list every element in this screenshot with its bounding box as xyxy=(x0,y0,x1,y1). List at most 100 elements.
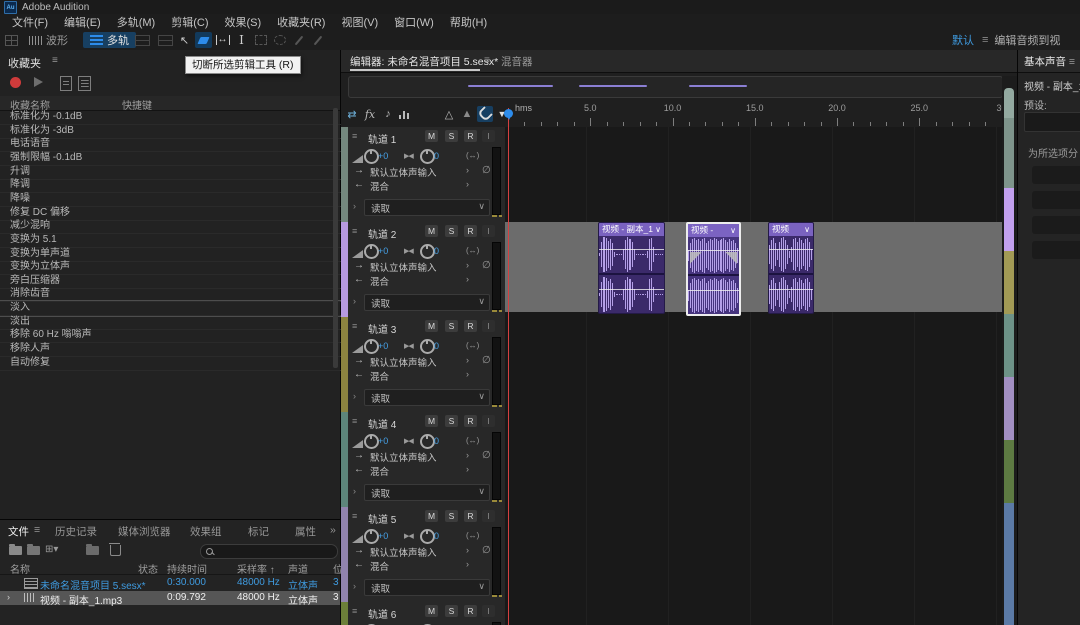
input-chevron-icon[interactable]: › xyxy=(466,260,469,270)
navigator-track-segment[interactable] xyxy=(1004,440,1014,503)
track-lane[interactable] xyxy=(505,507,1002,602)
pan-knob[interactable] xyxy=(420,339,435,354)
fade-in-handle-icon[interactable] xyxy=(690,252,702,264)
track-lane[interactable] xyxy=(505,127,1002,222)
input-monitor-button[interactable]: I xyxy=(482,320,495,332)
track-drag-handle-icon[interactable]: ≡ xyxy=(352,321,356,331)
solo-button[interactable]: S xyxy=(445,130,458,142)
output-chevron-icon[interactable]: › xyxy=(466,464,469,474)
paintbrush-tool-icon[interactable] xyxy=(290,32,307,48)
volume-knob[interactable] xyxy=(364,339,379,354)
track-navigator-strip[interactable] xyxy=(1002,76,1017,625)
snap-toggle-icon[interactable] xyxy=(477,106,493,122)
navigator-track-segment[interactable] xyxy=(1004,377,1014,440)
clip-envelope-line[interactable] xyxy=(599,289,664,290)
files-tab-4[interactable]: 标记 xyxy=(248,524,269,539)
track-name[interactable]: 轨道 6 xyxy=(368,606,396,621)
track-drag-handle-icon[interactable]: ≡ xyxy=(352,131,356,141)
audio-clip[interactable]: 视频 -∨ xyxy=(686,222,741,316)
input-chevron-icon[interactable]: › xyxy=(466,545,469,555)
trash-icon[interactable] xyxy=(110,545,121,556)
output-chevron-icon[interactable]: › xyxy=(466,179,469,189)
files-tab-overflow-icon[interactable]: » xyxy=(330,524,336,536)
solo-button[interactable]: S xyxy=(445,415,458,427)
track-lane[interactable] xyxy=(505,317,1002,412)
menu-item-1[interactable]: 编辑(E) xyxy=(56,14,109,30)
files-column-2[interactable]: 持续时间 xyxy=(167,561,207,576)
navigator-track-segment[interactable] xyxy=(1004,314,1014,377)
input-chevron-icon[interactable]: › xyxy=(466,450,469,460)
volume-knob[interactable] xyxy=(364,434,379,449)
track-lane[interactable]: 视频 - 副本_1∨视频 -∨视频∨ xyxy=(505,222,1002,317)
volume-knob[interactable] xyxy=(364,244,379,259)
record-arm-button[interactable]: R xyxy=(464,130,477,142)
open-file-icon[interactable] xyxy=(9,546,22,555)
mute-button[interactable]: M xyxy=(425,605,438,617)
pitch-display-icon[interactable] xyxy=(158,35,173,46)
timeline-ruler[interactable]: hms 5.010.015.020.025.030 xyxy=(505,100,1017,128)
files-column-0[interactable]: 名称 xyxy=(10,561,30,576)
menu-item-3[interactable]: 剪辑(C) xyxy=(163,14,216,30)
track-input-selector[interactable]: 默认立体声输入 xyxy=(370,450,437,464)
files-search-input[interactable] xyxy=(200,544,338,559)
track-name[interactable]: 轨道 3 xyxy=(368,321,396,336)
menu-item-0[interactable]: 文件(F) xyxy=(4,14,56,30)
files-tab-0[interactable]: 文件 xyxy=(8,524,29,539)
input-monitor-button[interactable]: I xyxy=(482,510,495,522)
input-chevron-icon[interactable]: › xyxy=(466,165,469,175)
navigator-track-segment[interactable] xyxy=(1004,118,1014,188)
favorites-panel-menu-icon[interactable]: ≡ xyxy=(52,55,58,66)
pan-knob[interactable] xyxy=(420,244,435,259)
new-favorite-icon[interactable] xyxy=(60,76,72,91)
fade-out-handle-icon[interactable] xyxy=(725,252,737,264)
track-drag-handle-icon[interactable]: ≡ xyxy=(352,226,356,236)
navigator-track-segment[interactable] xyxy=(1004,251,1014,314)
volume-knob[interactable] xyxy=(364,149,379,164)
metronome-icon[interactable]: △ xyxy=(441,106,457,122)
import-file-icon[interactable] xyxy=(27,546,40,555)
show-effects-icon[interactable]: fx xyxy=(362,106,378,122)
insert-into-multitrack-icon[interactable] xyxy=(86,546,99,555)
navigator-track-segment[interactable] xyxy=(1004,188,1014,251)
track-name[interactable]: 轨道 1 xyxy=(368,131,396,146)
solo-button[interactable]: S xyxy=(445,605,458,617)
expand-row-icon[interactable]: › xyxy=(7,592,10,602)
preset-dropdown[interactable] xyxy=(1024,112,1080,132)
clip-envelope-line[interactable] xyxy=(688,290,739,291)
solo-button[interactable]: S xyxy=(445,320,458,332)
volume-knob[interactable] xyxy=(364,529,379,544)
track-fold-icon[interactable]: › xyxy=(353,391,356,401)
mute-button[interactable]: M xyxy=(425,225,438,237)
favorite-item[interactable]: 自动修复 xyxy=(0,356,343,371)
clip-menu-icon[interactable]: ∨ xyxy=(730,224,736,237)
essential-panel-menu-icon[interactable]: ≡ xyxy=(1069,56,1075,68)
track-drag-handle-icon[interactable]: ≡ xyxy=(352,416,356,426)
automation-mode-dropdown[interactable]: 读取∨ xyxy=(364,294,490,311)
playhead-line[interactable] xyxy=(508,108,509,625)
file-row[interactable]: 未命名混音项目 5.sesx*0:30.00048000 Hz立体声3 xyxy=(0,576,340,590)
clip-envelope-line[interactable] xyxy=(688,250,739,251)
track-output-selector[interactable]: 混合 xyxy=(370,559,389,573)
clip-menu-icon[interactable]: ∨ xyxy=(655,223,661,236)
track-output-selector[interactable]: 混合 xyxy=(370,464,389,478)
workspace-menu-icon[interactable]: ≡ xyxy=(982,34,988,46)
record-arm-button[interactable]: R xyxy=(464,225,477,237)
record-arm-button[interactable]: R xyxy=(464,415,477,427)
track-input-selector[interactable]: 默认立体声输入 xyxy=(370,355,437,369)
files-column-1[interactable]: 状态 xyxy=(138,561,158,576)
track-lane[interactable] xyxy=(505,602,1002,625)
input-monitor-button[interactable]: I xyxy=(482,225,495,237)
track-drag-handle-icon[interactable]: ≡ xyxy=(352,606,356,616)
solo-button[interactable]: S xyxy=(445,510,458,522)
panel-grid-icon[interactable] xyxy=(5,35,18,46)
solo-button[interactable]: S xyxy=(445,225,458,237)
files-tab-2[interactable]: 媒体浏览器 xyxy=(118,524,171,539)
clip-envelope-line[interactable] xyxy=(769,249,813,250)
record-arm-button[interactable]: R xyxy=(464,605,477,617)
move-tool-icon[interactable]: ↖ xyxy=(176,32,193,48)
files-tab-5[interactable]: 属性 xyxy=(295,524,316,539)
time-selection-tool-icon[interactable]: I xyxy=(233,32,250,48)
files-tab-3[interactable]: 效果组 xyxy=(190,524,222,539)
slip-tool-icon[interactable]: ↔ xyxy=(214,32,231,48)
record-arm-button[interactable]: R xyxy=(464,320,477,332)
